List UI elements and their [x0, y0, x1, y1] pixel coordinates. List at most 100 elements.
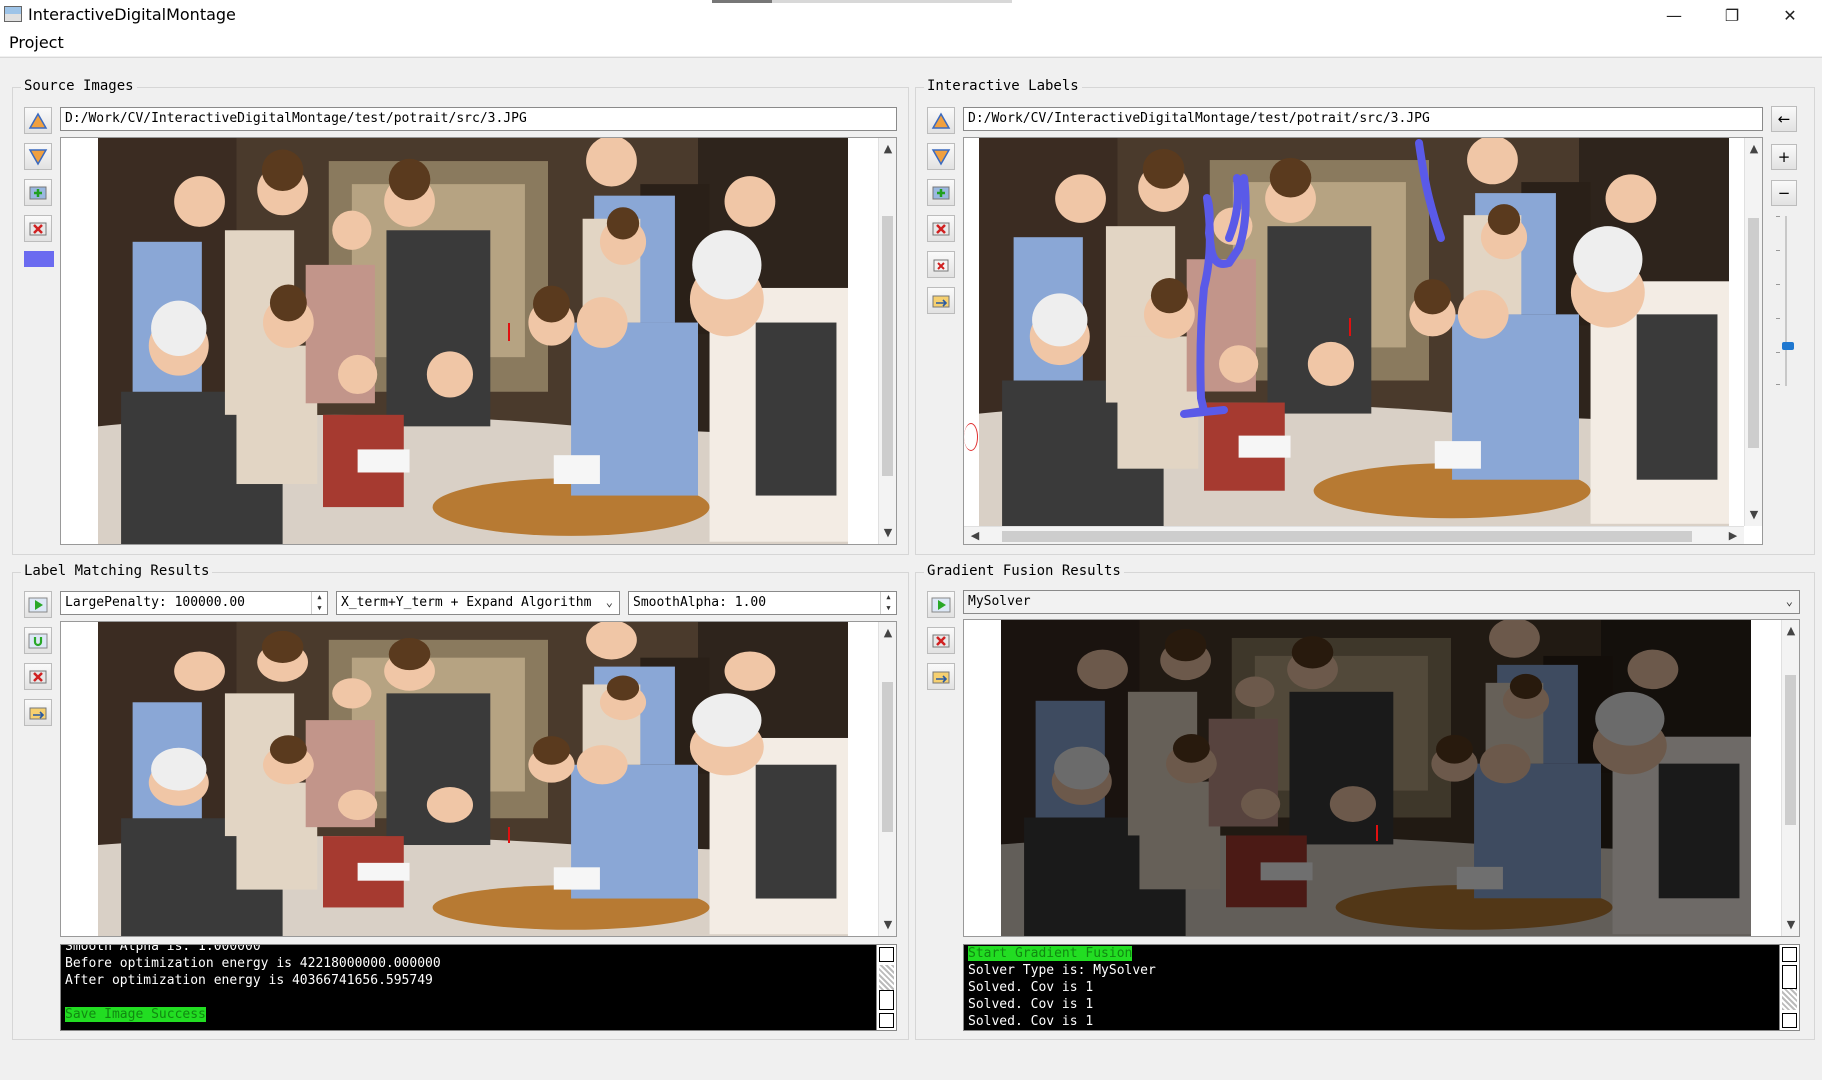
arrow-down-icon: [28, 148, 48, 166]
scroll-thumb[interactable]: [1785, 675, 1796, 825]
save-matching-button[interactable]: [24, 699, 52, 726]
scroll-up-icon[interactable]: ▲: [1782, 622, 1799, 640]
source-images-title: Source Images: [21, 78, 137, 94]
play-icon: [931, 597, 951, 612]
clear-icon: [933, 259, 949, 271]
matching-log-line: Save Image Success: [65, 1006, 892, 1023]
large-penalty-spinbox[interactable]: LargePenalty: 100000.00 ▲ ▼: [60, 591, 328, 615]
matching-log-line: Smooth Alpha is: 1.000000: [65, 945, 892, 955]
algorithm-select[interactable]: X_term+Y_term + Expand Algorithm ⌄: [336, 591, 620, 615]
title-progress: [712, 0, 1012, 3]
fusion-log-text: Solved. Cov is 1: [968, 997, 1094, 1012]
scroll-thumb[interactable]: [1782, 965, 1797, 989]
zoom-out-button[interactable]: −: [1771, 180, 1797, 206]
matching-log-text: After optimization energy is 40366741656…: [65, 973, 433, 988]
labels-save-button[interactable]: [927, 287, 955, 314]
brush-size-slider[interactable]: [1776, 216, 1796, 386]
move-down-button[interactable]: [24, 143, 52, 170]
source-path-field[interactable]: D:/Work/CV/InteractiveDigitalMontage/tes…: [60, 107, 897, 131]
maximize-button[interactable]: ❐: [1703, 0, 1761, 30]
smooth-alpha-value: SmoothAlpha: 1.00: [633, 595, 767, 610]
minimize-button[interactable]: —: [1645, 0, 1703, 30]
matching-vertical-scrollbar[interactable]: ▲ ▼: [878, 622, 896, 936]
fusion-log-text: Solved. Cov is 1: [968, 980, 1094, 995]
fusion-log-line: Solver Type is: MySolver: [968, 962, 1795, 979]
labels-path-field[interactable]: D:/Work/CV/InteractiveDigitalMontage/tes…: [963, 107, 1763, 131]
labels-image-viewer[interactable]: ▲ ▼ ◀ ▶: [963, 137, 1763, 545]
scroll-down-icon[interactable]: ▼: [879, 524, 896, 542]
slider-handle[interactable]: [1782, 342, 1794, 350]
matching-log-text: Before optimization energy is 4221800000…: [65, 956, 441, 971]
arrow-up-icon: [28, 111, 48, 129]
scroll-down-icon[interactable]: ▼: [1782, 916, 1799, 934]
scroll-up-icon[interactable]: ▲: [1782, 947, 1797, 962]
remove-image-button[interactable]: [24, 215, 52, 242]
clear-fusion-button[interactable]: [927, 627, 955, 654]
scroll-down-icon[interactable]: ▼: [879, 1013, 894, 1028]
scroll-right-icon[interactable]: ▶: [1724, 527, 1742, 544]
title-bar: InteractiveDigitalMontage — ❐ ✕: [0, 0, 1822, 30]
remove-icon: [932, 634, 950, 647]
chevron-down-icon: ⌄: [1785, 594, 1793, 608]
add-image-icon: [932, 186, 950, 199]
fusion-log-line: Solved. Cov is 1: [968, 979, 1795, 996]
labels-photo: [979, 138, 1729, 526]
labels-add-button[interactable]: [927, 179, 955, 206]
scroll-thumb[interactable]: [882, 682, 893, 832]
menu-project[interactable]: Project: [9, 33, 64, 52]
scroll-down-icon[interactable]: ▼: [1782, 1013, 1797, 1028]
matching-log-line: After optimization energy is 40366741656…: [65, 972, 892, 989]
menu-bar: Project: [0, 30, 1822, 56]
fusion-log-text: Solver Type is: MySolver: [968, 963, 1156, 978]
save-fusion-button[interactable]: [927, 663, 955, 690]
solver-select[interactable]: MySolver ⌄: [963, 590, 1800, 614]
scroll-up-icon[interactable]: ▲: [1745, 140, 1762, 158]
labels-vertical-scrollbar[interactable]: ▲ ▼: [1744, 138, 1762, 526]
scroll-left-icon[interactable]: ◀: [966, 527, 984, 544]
menu-divider: [0, 57, 1822, 58]
fusion-log-console: Start Gradient Fusion Solver Type is: MyS…: [963, 944, 1800, 1031]
scroll-thumb[interactable]: [1748, 218, 1759, 448]
scroll-up-icon[interactable]: ▲: [879, 947, 894, 962]
zoom-in-button[interactable]: +: [1771, 144, 1797, 170]
matching-image-viewer[interactable]: ▲ ▼: [60, 621, 897, 937]
back-button[interactable]: ←: [1771, 106, 1797, 132]
spin-arrows-icon[interactable]: ▲ ▼: [311, 592, 327, 614]
labels-move-down-button[interactable]: [927, 143, 955, 170]
restore-icon: ❐: [1724, 5, 1740, 25]
scroll-up-icon[interactable]: ▲: [879, 624, 896, 642]
matching-photo: [98, 622, 848, 936]
run-matching-button[interactable]: [24, 591, 52, 618]
scroll-up-icon[interactable]: ▲: [879, 140, 896, 158]
app-icon: [4, 6, 22, 22]
scroll-thumb[interactable]: [879, 990, 894, 1010]
refine-matching-button[interactable]: [24, 627, 52, 654]
clear-matching-button[interactable]: [24, 663, 52, 690]
add-image-button[interactable]: [24, 179, 52, 206]
close-button[interactable]: ✕: [1761, 0, 1819, 30]
scroll-down-icon[interactable]: ▼: [1745, 506, 1762, 524]
smooth-alpha-spinbox[interactable]: SmoothAlpha: 1.00 ▲ ▼: [628, 591, 897, 615]
interactive-labels-title: Interactive Labels: [924, 78, 1082, 94]
algorithm-value: X_term+Y_term + Expand Algorithm: [341, 595, 592, 610]
spin-arrows-icon[interactable]: ▲ ▼: [880, 592, 896, 614]
fusion-log-scrollbar[interactable]: ▲ ▼: [1779, 945, 1799, 1030]
labels-remove-button[interactable]: [927, 215, 955, 242]
source-vertical-scrollbar[interactable]: ▲ ▼: [878, 138, 896, 544]
scroll-down-icon[interactable]: ▼: [879, 916, 896, 934]
matching-log-scrollbar[interactable]: ▲ ▼: [876, 945, 896, 1030]
scroll-thumb[interactable]: [1002, 531, 1692, 542]
fusion-image-viewer[interactable]: ▲ ▼: [963, 619, 1800, 937]
matching-log-line: Before optimization energy is 4221800000…: [65, 955, 892, 972]
u-turn-icon: [28, 633, 48, 648]
move-up-button[interactable]: [24, 107, 52, 134]
brush-color-swatch[interactable]: [24, 251, 54, 267]
fusion-log-text: Solved. Cov is 1: [968, 1014, 1094, 1029]
run-fusion-button[interactable]: [927, 591, 955, 618]
labels-move-up-button[interactable]: [927, 107, 955, 134]
labels-horizontal-scrollbar[interactable]: ◀ ▶: [964, 526, 1744, 544]
source-image-viewer[interactable]: ▲ ▼: [60, 137, 897, 545]
fusion-vertical-scrollbar[interactable]: ▲ ▼: [1781, 620, 1799, 936]
scroll-thumb[interactable]: [882, 216, 893, 476]
labels-clear-button[interactable]: [927, 251, 955, 278]
